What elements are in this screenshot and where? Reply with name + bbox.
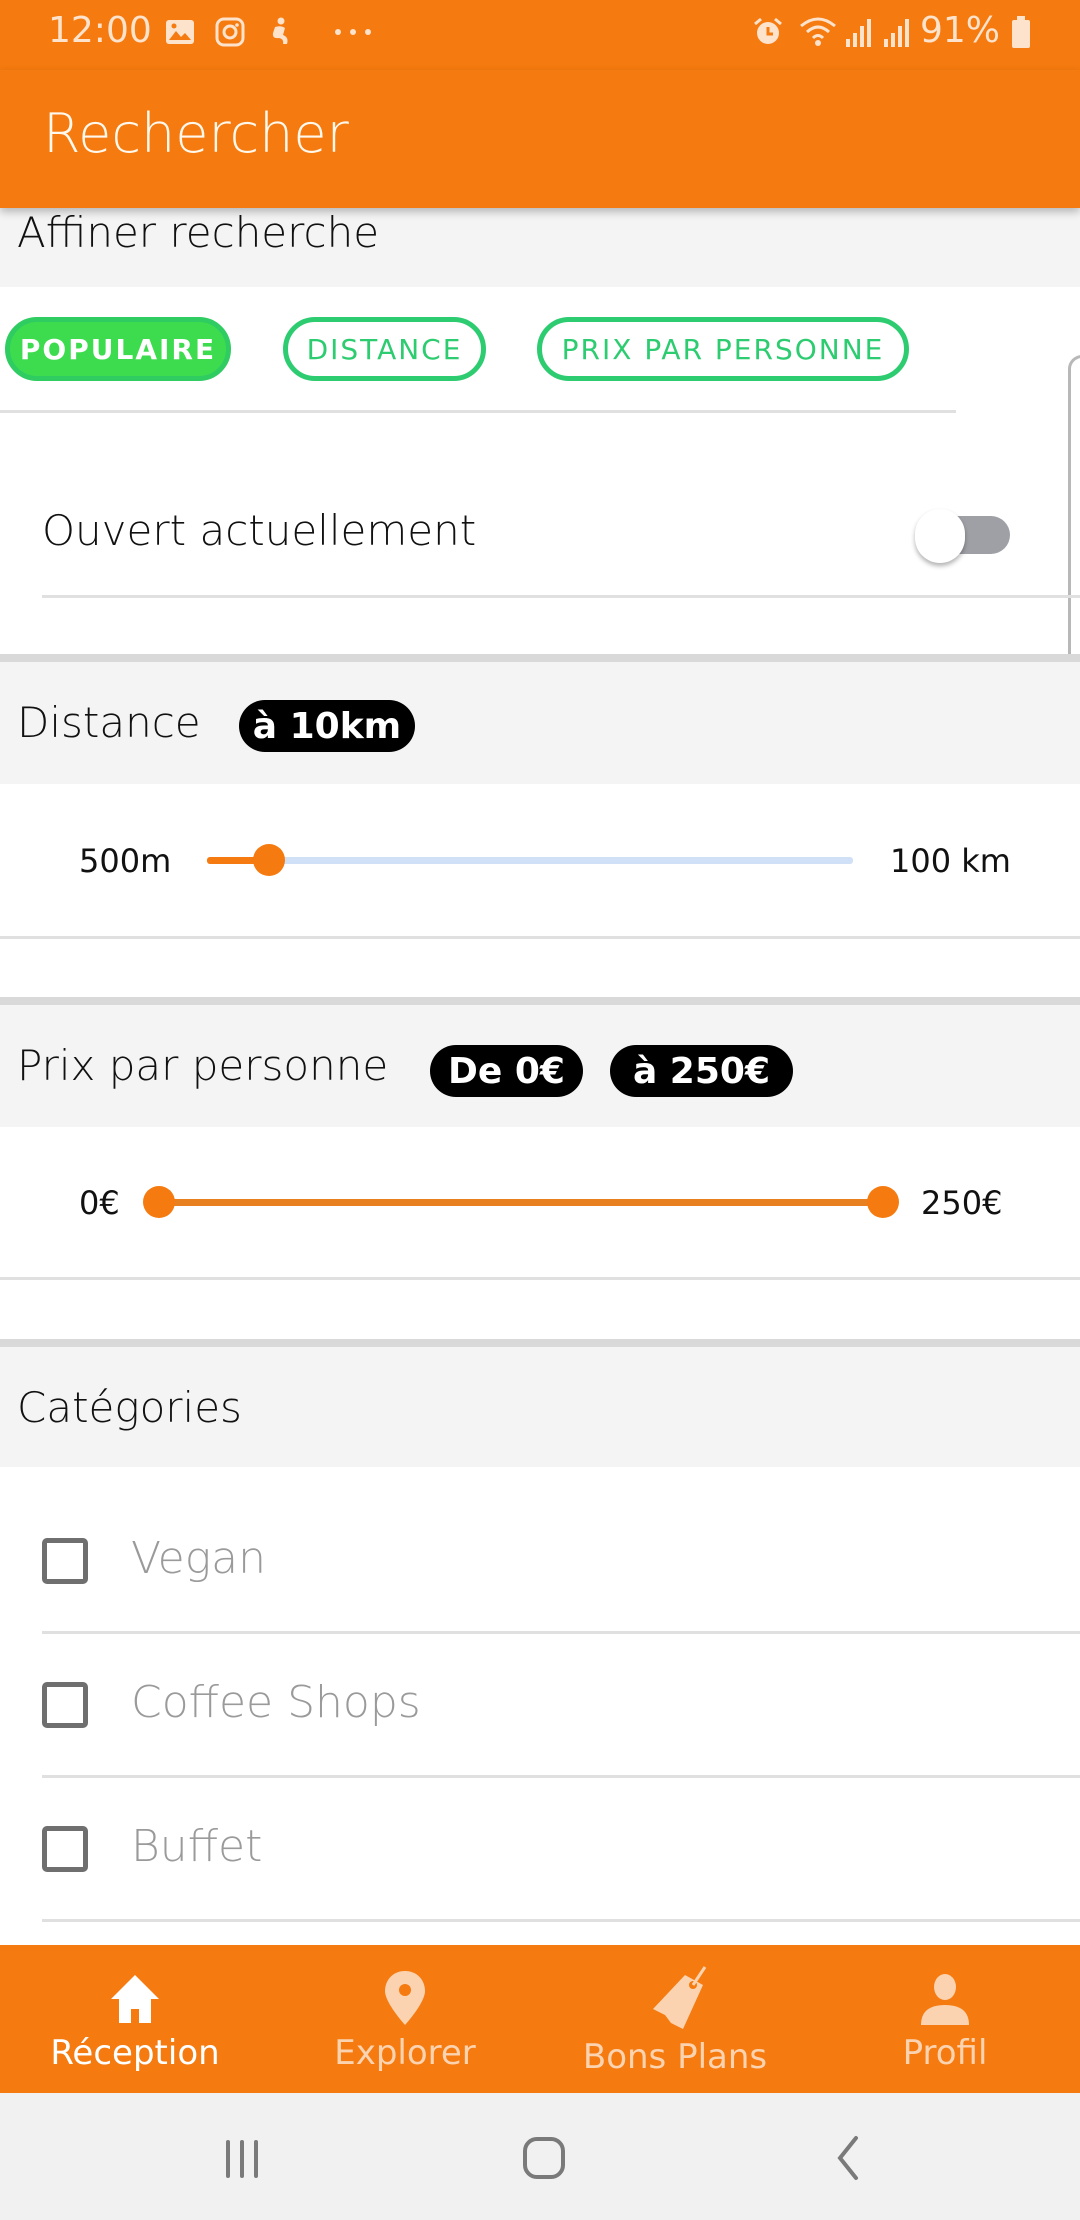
page-title: Rechercher (43, 102, 349, 165)
categories-title: Catégories (17, 1383, 242, 1432)
price-section-header: Prix par personne De 0€ à 250€ (0, 1005, 1080, 1127)
nav-label: Profil (902, 2033, 988, 2073)
price-from-badge: De 0€ (430, 1045, 583, 1097)
slider-thumb-high[interactable] (867, 1186, 899, 1218)
price-to-badge-text: à 250€ (632, 1050, 771, 1092)
nav-item-bons-plans[interactable]: Bons Plans (540, 1945, 810, 2093)
distance-section-header: Distance à 10km (0, 662, 1080, 784)
divider (0, 936, 1080, 939)
map-pin-icon (375, 1963, 435, 2029)
sort-chip-popular[interactable]: POPULAIRE (5, 317, 231, 381)
slider-track-filled (159, 1199, 883, 1206)
nav-item-profil[interactable]: Profil (810, 1945, 1080, 2093)
nav-label: Bons Plans (582, 2037, 768, 2077)
accessibility-icon (264, 16, 296, 48)
price-to-badge: à 250€ (610, 1045, 793, 1097)
nav-item-explorer[interactable]: Explorer (270, 1945, 540, 2093)
nav-item-reception[interactable]: Réception (0, 1945, 270, 2093)
toggle-thumb[interactable] (915, 509, 965, 563)
recent-apps-button[interactable] (202, 2123, 282, 2193)
checkbox[interactable] (42, 1682, 88, 1728)
app-bar: Rechercher (0, 70, 1080, 208)
bottom-nav: Réception Explorer Bons Plans Profil (0, 1945, 1080, 2093)
user-icon (915, 1963, 975, 2029)
distance-max-label: 100 km (890, 842, 1011, 880)
section-divider (0, 654, 1080, 662)
nav-label: Réception (50, 2033, 220, 2073)
slider-thumb-low[interactable] (143, 1186, 175, 1218)
section-divider (0, 997, 1080, 1005)
sort-chip-price-per-person[interactable]: PRIX PAR PERSONNE (537, 317, 909, 381)
category-label: Coffee Shops (131, 1677, 421, 1728)
divider (0, 1277, 1080, 1280)
more-dots-icon (328, 16, 378, 48)
price-min-label: 0€ (79, 1184, 120, 1222)
section-divider (0, 1339, 1080, 1347)
divider (42, 1631, 1080, 1634)
divider (42, 595, 1080, 598)
divider (42, 1775, 1080, 1778)
divider (42, 1919, 1080, 1922)
sort-chip-label: DISTANCE (306, 332, 463, 366)
system-nav-bar (0, 2093, 1080, 2220)
refine-section-header: Affiner recherche (0, 208, 1080, 287)
checkbox[interactable] (42, 1538, 88, 1584)
distance-min-label: 500m (79, 842, 172, 880)
back-button[interactable] (808, 2123, 888, 2193)
slider-track[interactable] (207, 857, 853, 864)
category-label: Vegan (131, 1533, 267, 1584)
battery-icon (1010, 16, 1032, 48)
recent-apps-icon (226, 2140, 258, 2178)
category-label: Buffet (131, 1821, 263, 1872)
instagram-icon (214, 16, 246, 48)
distance-title: Distance (17, 698, 201, 747)
refine-title: Affiner recherche (17, 208, 380, 257)
back-chevron-icon (837, 2136, 858, 2180)
divider (0, 410, 956, 413)
home-circle-icon (523, 2137, 565, 2179)
nav-label: Explorer (334, 2033, 476, 2073)
price-max-label: 250€ (921, 1184, 1003, 1222)
home-button[interactable] (504, 2123, 584, 2193)
sort-chip-label: POPULAIRE (19, 332, 217, 366)
signal-icon (842, 16, 874, 48)
gallery-icon (164, 16, 196, 48)
checkbox[interactable] (42, 1826, 88, 1872)
distance-badge: à 10km (239, 700, 415, 752)
categories-section-header: Catégories (0, 1347, 1080, 1467)
battery-percent: 91% (919, 10, 1000, 51)
status-time: 12:00 (48, 10, 152, 51)
distance-badge-text: à 10km (252, 705, 402, 747)
price-from-badge-text: De 0€ (448, 1050, 565, 1092)
sort-chip-label: PRIX PAR PERSONNE (561, 332, 885, 366)
sort-chip-distance[interactable]: DISTANCE (283, 317, 486, 381)
alarm-icon (752, 16, 784, 48)
wifi-icon (798, 16, 838, 48)
status-bar: 12:00 91% (0, 0, 1080, 70)
open-now-label: Ouvert actuellement (42, 506, 477, 555)
slider-thumb[interactable] (252, 844, 285, 876)
tag-icon (645, 1963, 707, 2029)
home-icon (105, 1963, 165, 2029)
signal-icon (880, 16, 912, 48)
price-title: Prix par personne (17, 1041, 389, 1090)
